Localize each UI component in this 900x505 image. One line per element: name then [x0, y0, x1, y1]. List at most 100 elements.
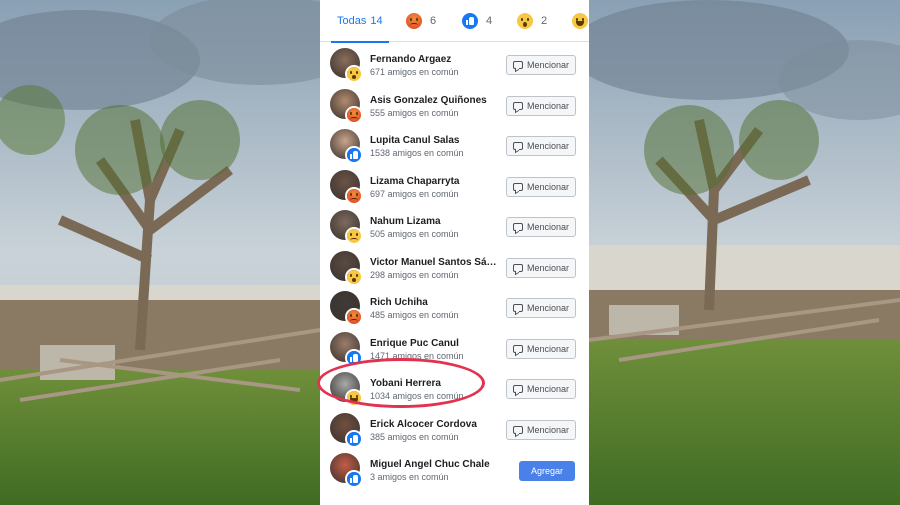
list-item: Victor Manuel Santos Sánc... 298 amigos e… [320, 248, 589, 288]
mutual-friends: 485 amigos en común [370, 310, 459, 320]
mutual-friends: 3 amigos en común [370, 472, 449, 482]
mutual-friends: 671 amigos en común [370, 67, 459, 77]
message-icon [512, 425, 523, 434]
reaction-badge [345, 186, 363, 205]
mention-button[interactable]: Mencionar [506, 176, 576, 197]
mutual-friends: 505 amigos en común [370, 229, 459, 239]
tab-all-count: 14 [370, 15, 383, 27]
reaction-badge [345, 308, 363, 326]
reaction-badge [345, 267, 363, 286]
mention-button[interactable]: Mencionar [506, 95, 576, 116]
reaction-badge [345, 65, 363, 83]
message-icon [512, 223, 523, 231]
list-item: Erick Alcocer Cordova 385 amigos en común… [320, 410, 589, 450]
reaction-badge [345, 105, 363, 124]
mutual-friends: 1538 amigos en común [370, 148, 464, 158]
mention-button[interactable]: Mencionar [506, 338, 576, 359]
tab-haha[interactable] [572, 0, 588, 42]
reaction-badge [345, 429, 363, 448]
background-photo-right [589, 0, 900, 505]
mention-button[interactable]: Mencionar [506, 217, 576, 237]
mention-button[interactable]: Mencionar [506, 136, 576, 156]
message-icon [512, 344, 523, 353]
angry-reaction-icon [406, 13, 422, 29]
person-name[interactable]: Yobani Herrera [370, 378, 500, 389]
message-icon [512, 304, 523, 312]
mention-button[interactable]: Mencionar [506, 257, 576, 278]
message-icon [512, 385, 523, 393]
list-item: Nahum Lizama 505 amigos en común Mencionar [320, 207, 589, 247]
mutual-friends: 555 amigos en común [370, 107, 459, 118]
tab-like[interactable]: 4 [462, 0, 492, 42]
reaction-tabs: Todas 14 6 4 2 [320, 0, 589, 43]
message-icon [512, 142, 523, 150]
mention-label: Mencionar [526, 303, 570, 313]
like-reaction-icon [462, 13, 478, 29]
message-icon [512, 101, 523, 110]
mutual-friends: 1034 amigos en común [370, 391, 464, 401]
person-name[interactable]: Lupita Canul Salas [370, 135, 500, 146]
mention-button[interactable]: Mencionar [506, 419, 576, 440]
list-item: Enrique Puc Canul 1471 amigos en común Men… [320, 329, 589, 369]
add-friend-label: Agregar [530, 466, 564, 476]
list-item: Yobani Herrera 1034 amigos en común Mencio… [320, 369, 589, 409]
message-icon [512, 182, 523, 191]
mention-label: Mencionar [526, 222, 570, 232]
list-item: Miguel Angel Chuc Chale 3 amigos en común… [320, 450, 589, 490]
reaction-badge [345, 389, 363, 407]
mutual-friends: 1471 amigos en común [370, 350, 464, 361]
mutual-friends: 298 amigos en común [370, 269, 459, 280]
mention-label: Mencionar [526, 100, 570, 111]
message-icon [512, 263, 523, 272]
angry-reaction-icon [347, 107, 361, 122]
mutual-friends: 385 amigos en común [370, 431, 459, 442]
tab-like-count: 4 [486, 15, 493, 27]
like-reaction-icon [347, 350, 361, 365]
mention-label: Mencionar [526, 141, 570, 151]
list-item: Asis Gonzalez Quiñones 555 amigos en comú… [320, 86, 589, 126]
mention-button[interactable]: Mencionar [506, 298, 576, 318]
person-name[interactable]: Lizama Chaparryta [370, 176, 500, 187]
like-reaction-icon [347, 148, 361, 162]
mention-button[interactable]: Mencionar [506, 379, 576, 399]
tab-all-label: Todas [337, 15, 367, 27]
tab-all[interactable]: Todas 14 [331, 0, 389, 43]
angry-reaction-icon [347, 310, 361, 324]
message-icon [512, 61, 523, 69]
list-item: Lupita Canul Salas 1538 amigos en común Me… [320, 126, 589, 166]
tab-angry[interactable]: 6 [406, 0, 436, 42]
reaction-badge [345, 470, 363, 488]
person-name[interactable]: Asis Gonzalez Quiñones [370, 95, 500, 106]
angry-reaction-icon [347, 188, 361, 203]
person-name[interactable]: Erick Alcocer Cordova [370, 419, 500, 430]
tab-wow[interactable]: 2 [517, 0, 547, 42]
person-name[interactable]: Rich Uchiha [370, 297, 500, 308]
person-name[interactable]: Fernando Argaez [370, 54, 500, 65]
mention-button[interactable]: Mencionar [506, 55, 576, 75]
list-item: Lizama Chaparryta 697 amigos en común Menc… [320, 167, 589, 207]
person-name[interactable]: Miguel Angel Chuc Chale [370, 459, 500, 470]
background-photo-left [0, 0, 320, 505]
reaction-badge [345, 146, 363, 164]
mention-label: Mencionar [526, 384, 570, 394]
wow-reaction-icon [517, 13, 533, 29]
mention-label: Mencionar [526, 343, 570, 354]
mention-label: Mencionar [526, 262, 570, 273]
mention-label: Mencionar [526, 181, 570, 192]
person-name[interactable]: Nahum Lizama [370, 216, 500, 227]
like-reaction-icon [347, 431, 361, 446]
like-reaction-icon [347, 472, 361, 486]
mention-label: Mencionar [526, 60, 570, 70]
mention-label: Mencionar [526, 424, 570, 435]
person-name[interactable]: Enrique Puc Canul [370, 338, 500, 349]
reaction-badge [345, 348, 363, 367]
reaction-badge [345, 227, 363, 245]
person-name[interactable]: Victor Manuel Santos Sánc... [370, 257, 500, 268]
haha-reaction-icon [347, 391, 361, 405]
list-item: Fernando Argaez 671 amigos en común Mencio… [320, 45, 589, 85]
tab-wow-count: 2 [541, 15, 548, 27]
reactions-panel: Todas 14 6 4 2 Fernando Argaez 671 amigos… [320, 0, 589, 505]
wow-reaction-icon [347, 269, 361, 284]
add-friend-button[interactable]: Agregar [519, 461, 575, 481]
tab-angry-count: 6 [430, 15, 437, 27]
